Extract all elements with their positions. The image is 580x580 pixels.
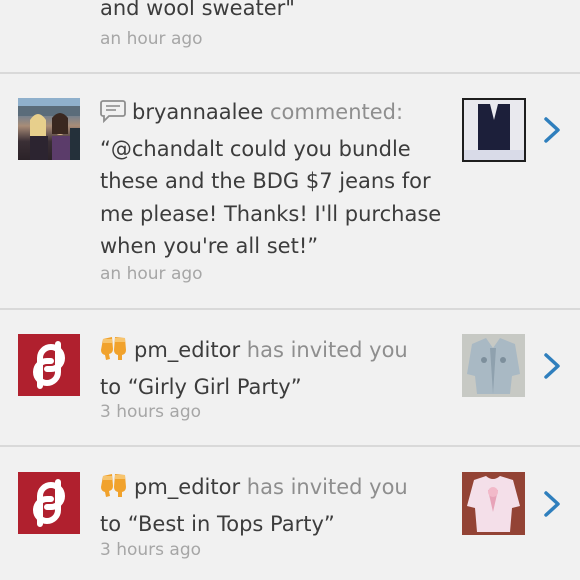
divider (0, 72, 580, 74)
username-link[interactable]: pm_editor (134, 475, 240, 499)
notification-text-line: and wool sweater" (100, 0, 295, 20)
avatar[interactable] (18, 334, 80, 396)
party-glasses-icon (100, 333, 128, 371)
notification-text: pm_editor has invited you to “Girly Girl… (100, 333, 455, 403)
avatar[interactable] (18, 98, 80, 160)
divider (0, 308, 580, 310)
poshmark-logo-icon (18, 472, 80, 534)
chevron-right-icon[interactable] (541, 490, 563, 518)
listing-thumbnail[interactable] (462, 334, 525, 397)
comment-line: when you're all set!” (100, 234, 319, 258)
vest-image (464, 100, 524, 160)
timestamp: 3 hours ago (100, 402, 202, 422)
username-link[interactable]: pm_editor (134, 338, 240, 362)
poshmark-logo-icon (18, 334, 80, 396)
notification-text: and wool sweater" (100, 0, 455, 25)
comment-line: me please! Thanks! I'll purchase (100, 201, 442, 226)
chevron-right-icon[interactable] (541, 116, 563, 144)
comment-line: these and the BDG $7 jeans for (100, 169, 431, 193)
pink-top-image (462, 472, 525, 535)
comment-bubble-icon (100, 99, 126, 133)
party-name: to “Best in Tops Party” (100, 511, 335, 536)
action-verb: has invited you (246, 338, 408, 362)
notification-feed: and wool sweater" an hour ago bryannaale… (0, 0, 580, 580)
divider (0, 445, 580, 447)
action-verb: has invited you (246, 475, 408, 499)
chevron-right-icon[interactable] (541, 352, 563, 380)
action-verb: commented: (269, 100, 404, 124)
avatar[interactable] (18, 472, 80, 534)
jacket-image (462, 334, 525, 397)
username-link[interactable]: bryannaalee (132, 100, 263, 124)
timestamp: 3 hours ago (100, 540, 202, 560)
avatar-photo (18, 98, 80, 160)
party-glasses-icon (100, 470, 128, 508)
timestamp: an hour ago (100, 29, 203, 49)
party-name: to “Girly Girl Party” (100, 374, 302, 399)
listing-thumbnail[interactable] (462, 98, 526, 162)
listing-thumbnail[interactable] (462, 472, 525, 535)
notification-text: bryannaalee commented: “@chandalt could … (100, 96, 455, 263)
notification-text: pm_editor has invited you to “Best in To… (100, 470, 455, 540)
timestamp: an hour ago (100, 264, 203, 284)
comment-line: “@chandalt could you bundle (100, 136, 411, 161)
